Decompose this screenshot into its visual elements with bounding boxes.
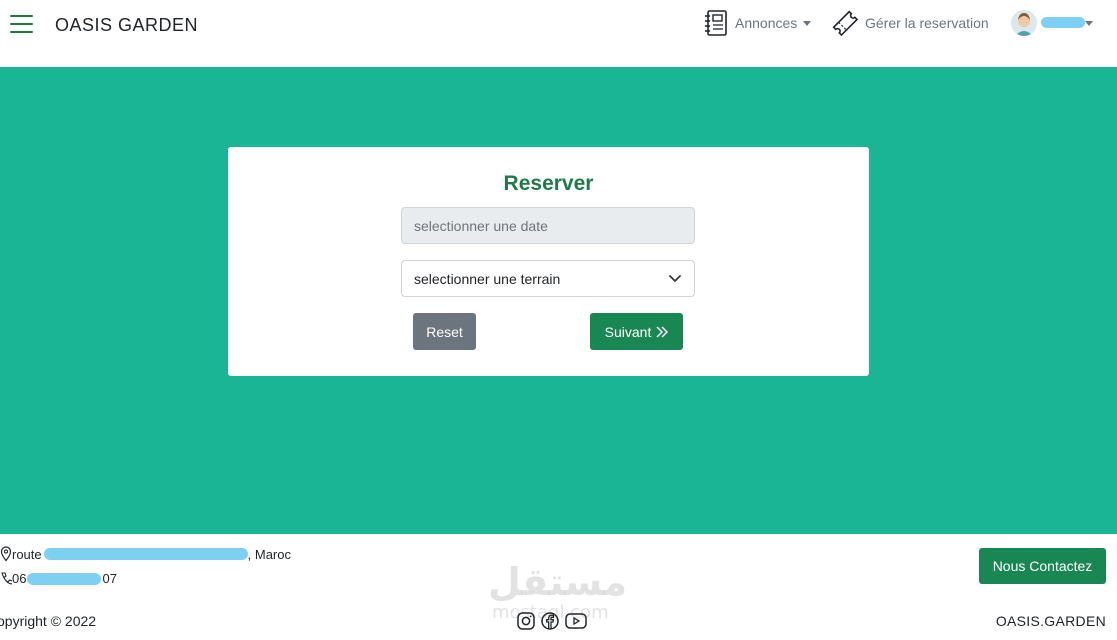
ticket-icon [832,10,859,37]
nous-contactez-button[interactable]: Nous Contactez [979,548,1106,584]
terrain-select-value: selectionner une terrain [414,270,561,287]
youtube-icon[interactable] [564,611,588,631]
address-prefix: route [12,546,42,562]
navbar: OASIS GARDEN Annonces Gérer la reservati… [0,0,1117,67]
date-input[interactable] [401,207,695,244]
instagram-icon[interactable] [516,611,536,631]
suivant-button[interactable]: Suivant [590,313,683,350]
phone-suffix: 07 [102,571,117,586]
footer: route , Maroc 06 07 مستقل mostaql.com No… [0,534,1117,640]
site-name: OASIS.GARDEN [995,613,1106,629]
footer-address: route , Maroc [0,546,291,562]
phone-redacted [27,572,102,585]
hero-section: Reserver selectionner une terrain Reset … [0,67,1117,534]
watermark: مستقل [488,560,627,604]
address-suffix: , Maroc [247,546,291,562]
hamburger-icon[interactable] [10,14,34,34]
phone-prefix: 06 [12,571,27,586]
address-redacted [43,548,248,560]
chevron-down-icon [669,274,681,282]
notebook-icon [705,10,727,36]
facebook-icon[interactable] [540,611,560,631]
terrain-select[interactable]: selectionner une terrain [401,260,695,297]
nav-annonces-dropdown[interactable]: Annonces [703,8,812,38]
nav-reservation-label: Gérer la reservation [865,15,989,31]
footer-phone: 06 07 [0,571,117,586]
double-chevron-right-icon [656,325,669,338]
caret-down-icon [803,21,812,26]
nav-user-dropdown[interactable]: Ilham [1011,8,1094,38]
card-title: Reserver [503,172,594,195]
location-pin-icon [0,546,12,562]
nav-annonces-label: Annonces [735,15,798,31]
suivant-label: Suivant [604,323,652,340]
caret-down-icon [1085,21,1094,26]
phone-icon [1,571,12,585]
avatar [1011,10,1037,36]
copyright: opyright © 2022 [0,613,97,629]
reset-button[interactable]: Reset [413,313,476,350]
nav-gerer-reservation[interactable]: Gérer la reservation [831,8,989,38]
user-name: Ilham [1040,15,1086,31]
reservation-card: Reserver selectionner une terrain Reset … [228,147,869,376]
brand-logo-text[interactable]: OASIS GARDEN [55,15,198,36]
social-links [516,611,588,631]
